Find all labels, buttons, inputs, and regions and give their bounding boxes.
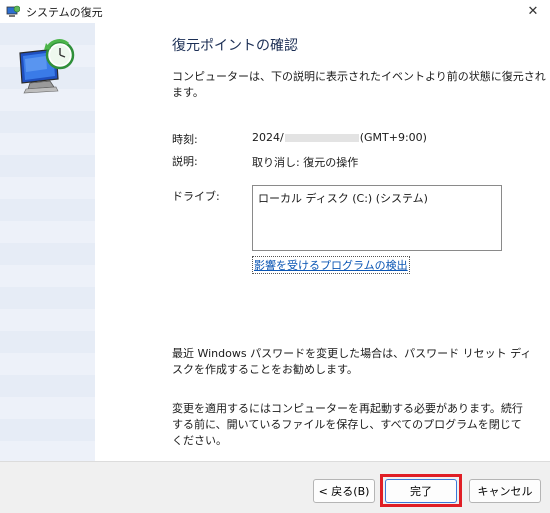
title-bar: システムの復元 ✕ [0,0,550,23]
time-label: 時刻: [172,133,198,146]
drives-label: ドライブ: [172,190,220,203]
time-value-suffix: (GMT+9:00) [359,131,427,144]
main-content: 復元ポイントの確認 コンピューターは、下の説明に表示されたイベントより前の状態に… [95,23,550,461]
drives-list[interactable]: ローカル ディスク (C:) (システム) [252,185,502,251]
cancel-button[interactable]: キャンセル [469,479,541,503]
description-label: 説明: [172,155,198,168]
button-bar: < 戻る(B) 完了 キャンセル [0,461,550,513]
close-button[interactable]: ✕ [516,0,550,23]
redacted-time [284,134,359,142]
page-title: 復元ポイントの確認 [172,38,298,54]
finish-button[interactable]: 完了 [385,479,457,503]
system-restore-icon [6,5,21,19]
window-title: システムの復元 [26,5,103,19]
restart-note: 変更を適用するにはコンピューターを再起動する必要があります。続行する前に、開いて… [172,402,523,447]
drive-item[interactable]: ローカル ディスク (C:) (システム) [258,190,496,206]
time-value-prefix: 2024/ [252,131,284,144]
password-note: 最近 Windows パスワードを変更した場合は、パスワード リセット ディスク… [172,347,532,376]
back-button[interactable]: < 戻る(B) [313,479,375,503]
page-description: コンピューターは、下の説明に表示されたイベントより前の状態に復元されます。 [172,70,546,99]
description-value: 取り消し: 復元の操作 [252,156,359,169]
time-value: 2024/ (GMT+9:00) [252,131,427,144]
side-panel [0,23,95,461]
close-icon: ✕ [527,4,539,19]
system-restore-monitor-clock-icon [16,39,76,95]
scan-affected-programs-link[interactable]: 影響を受けるプログラムの検出 [252,256,410,274]
